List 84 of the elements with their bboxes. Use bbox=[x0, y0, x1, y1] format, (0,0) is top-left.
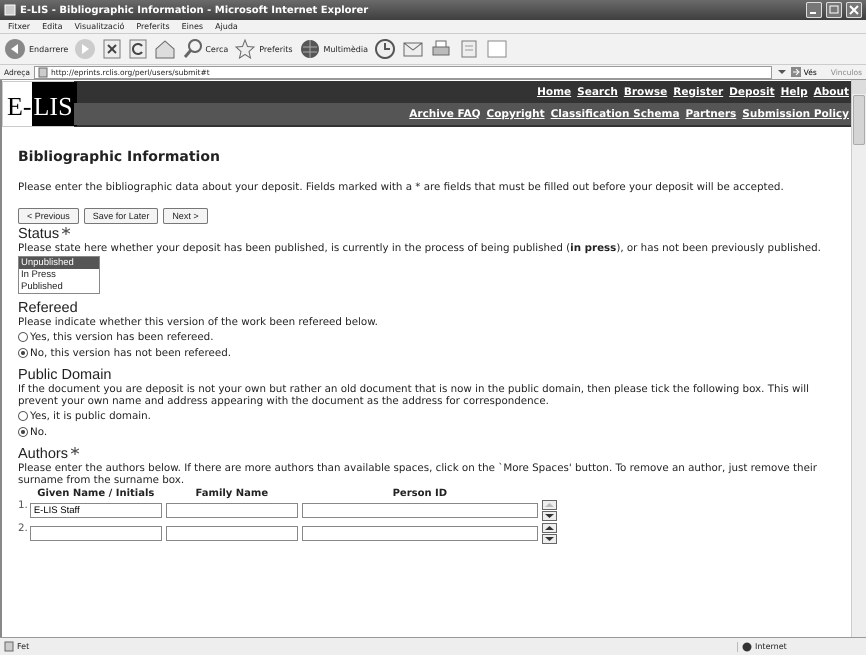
arrow-icon bbox=[790, 66, 802, 78]
nav-link[interactable]: Search bbox=[577, 86, 618, 98]
list-option[interactable]: Unpublished bbox=[19, 257, 99, 269]
nav-link[interactable]: Help bbox=[780, 86, 808, 98]
menu-item[interactable]: Edita bbox=[42, 22, 62, 31]
nav-link[interactable]: Deposit bbox=[729, 86, 775, 98]
help-text: Please indicate whether this version of the work been refereed below. bbox=[18, 316, 379, 328]
help-text: Please enter the authors below. If there are more authors than available spaces, click on the `More Spaces' button. To remove an author, just remove their surname from the surname box. bbox=[18, 462, 818, 486]
radio-button[interactable] bbox=[18, 426, 28, 436]
scrollbar[interactable] bbox=[851, 80, 866, 637]
nav-link[interactable]: Submission Policy bbox=[742, 108, 849, 120]
clock-icon[interactable] bbox=[374, 38, 396, 60]
toolbar-button[interactable]: Cerca bbox=[182, 38, 228, 60]
form-button[interactable]: Next > bbox=[163, 208, 208, 224]
option-label: No, this version has not been refereed. bbox=[30, 346, 232, 358]
nav-link[interactable]: Copyright bbox=[486, 108, 545, 120]
menu-item[interactable]: Preferits bbox=[136, 22, 170, 31]
column-header: Family Name bbox=[196, 488, 268, 498]
page-icon bbox=[38, 66, 48, 78]
logo-text: LIS bbox=[32, 82, 77, 126]
maximize-button[interactable] bbox=[826, 2, 842, 18]
refresh-icon[interactable] bbox=[128, 38, 148, 60]
text-field[interactable] bbox=[302, 502, 538, 518]
section-title: Status bbox=[18, 226, 60, 242]
star-icon bbox=[234, 38, 256, 60]
close-button[interactable] bbox=[846, 2, 862, 18]
globe-icon bbox=[742, 642, 752, 652]
zone-text: Internet bbox=[755, 642, 787, 651]
nav-link[interactable]: Register bbox=[673, 86, 724, 98]
toolbar-button[interactable]: Multimèdia bbox=[298, 38, 368, 60]
section-title: Authors bbox=[18, 446, 68, 462]
nav-link[interactable]: About bbox=[814, 86, 849, 98]
radio-button[interactable] bbox=[18, 332, 28, 342]
down-arrow-button[interactable] bbox=[542, 510, 557, 520]
form-button[interactable]: < Previous bbox=[18, 208, 79, 224]
nav-link[interactable]: Archive FAQ bbox=[409, 108, 481, 120]
logo-text: E- bbox=[3, 82, 32, 126]
section-title: Refereed bbox=[18, 301, 78, 316]
toolbar-button[interactable]: Endarrere bbox=[4, 38, 68, 60]
up-arrow-button[interactable] bbox=[542, 522, 557, 532]
globe-icon bbox=[298, 38, 321, 60]
option-label: No. bbox=[30, 426, 48, 438]
nav-link[interactable]: Partners bbox=[686, 108, 736, 120]
form-button[interactable]: Save for Later bbox=[84, 208, 158, 224]
window-title: E-LIS - Bibliographic Information - Microsoft Internet Explorer bbox=[20, 4, 370, 16]
page-icon bbox=[4, 641, 14, 652]
stop-icon[interactable] bbox=[102, 38, 122, 60]
radio-button[interactable] bbox=[18, 410, 28, 420]
column-header: Given Name / Initials bbox=[37, 488, 154, 498]
text-field[interactable] bbox=[166, 502, 298, 518]
text-field[interactable] bbox=[302, 526, 538, 540]
window-icon[interactable] bbox=[4, 4, 16, 16]
menu-item[interactable]: Ajuda bbox=[215, 22, 238, 31]
text-field[interactable] bbox=[30, 526, 162, 540]
nav-link[interactable]: Classification Schema bbox=[550, 108, 680, 120]
blank-window-icon[interactable] bbox=[486, 38, 508, 60]
option-label: Yes, it is public domain. bbox=[30, 410, 151, 422]
toolbar-button[interactable]: Preferits bbox=[234, 38, 293, 60]
radio-button[interactable] bbox=[18, 348, 28, 358]
text-field[interactable] bbox=[166, 526, 298, 540]
status-text: Fet bbox=[17, 642, 30, 651]
page-heading: Bibliographic Information bbox=[18, 149, 221, 165]
option-label: Yes, this version has been refereed. bbox=[30, 330, 214, 342]
text-field[interactable]: E-LIS Staff bbox=[30, 502, 162, 518]
dropdown-arrow-icon[interactable] bbox=[776, 67, 786, 77]
intro-text: Please enter the bibliographic data about your deposit. Fields marked with a * are fields that must be filled out before your deposit will be accepted. bbox=[18, 181, 785, 194]
house-icon[interactable] bbox=[154, 38, 176, 60]
help-text: Please state here whether your deposit has been published, is currently in the process of being published (in press), or has not been previously published. bbox=[18, 242, 822, 254]
row-number: 1. bbox=[18, 498, 28, 510]
section-title: Public Domain bbox=[18, 368, 112, 382]
list-option[interactable]: In Press bbox=[19, 269, 99, 281]
down-arrow-button[interactable] bbox=[542, 534, 557, 544]
row-number: 2. bbox=[18, 522, 28, 534]
minimize-button[interactable] bbox=[806, 2, 822, 18]
list-option[interactable]: Published bbox=[19, 281, 99, 293]
menu-item[interactable]: Fitxer bbox=[8, 22, 30, 31]
menu-item[interactable]: Visualització bbox=[74, 22, 124, 31]
search-icon bbox=[182, 38, 202, 60]
nav-link[interactable]: Home bbox=[537, 86, 572, 98]
column-header: Person ID bbox=[392, 488, 448, 498]
nav-link[interactable]: Browse bbox=[624, 86, 668, 98]
menu-item[interactable]: Eines bbox=[182, 22, 204, 31]
status-listbox[interactable]: Unpublished In Press Published bbox=[18, 256, 100, 294]
help-text: If the document you are deposit is not your own but rather an old document that is now in the public domain, then please tick the following box. This will prevent your own name and address appearing with the document as the address for correspondence. bbox=[18, 382, 810, 408]
